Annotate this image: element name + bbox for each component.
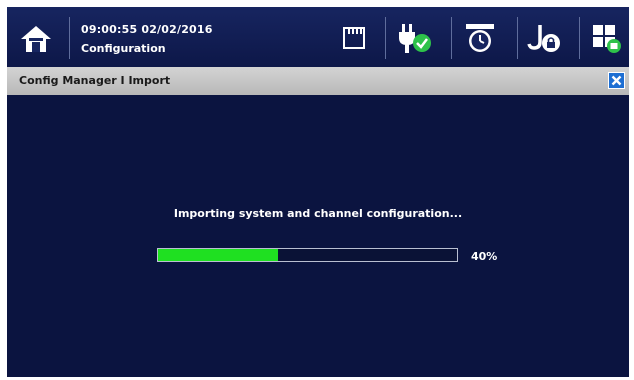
power-status-button[interactable] (393, 17, 435, 59)
divider (385, 17, 386, 59)
alarm-clock-icon (466, 24, 494, 52)
import-panel: Importing system and channel configurati… (7, 95, 629, 377)
home-icon (21, 26, 51, 52)
window-title: Config Manager I Import (19, 74, 171, 87)
user-login-button[interactable] (523, 17, 565, 59)
device-screen: 09:00:55 02/02/2016 Configuration Config… (7, 7, 629, 377)
divider (579, 17, 580, 59)
screen-layout-button[interactable] (585, 17, 627, 59)
power-ok-icon (399, 24, 431, 53)
progress-fill (158, 249, 278, 261)
import-message: Importing system and channel configurati… (173, 207, 463, 220)
close-button[interactable] (608, 72, 625, 89)
progress-bar (157, 248, 458, 262)
screen-layout-icon (593, 25, 621, 53)
memory-card-icon (343, 27, 365, 49)
window-title-bar: Config Manager I Import (7, 67, 629, 95)
divider (451, 17, 452, 59)
user-lock-icon (527, 25, 560, 52)
divider (69, 17, 70, 59)
alarm-button[interactable] (459, 17, 501, 59)
datetime-readout: 09:00:55 02/02/2016 (81, 23, 213, 36)
home-button[interactable] (15, 21, 57, 57)
close-icon (611, 75, 622, 86)
progress-percent: 40% (471, 250, 498, 263)
memory-card-button[interactable] (333, 17, 375, 59)
mode-label: Configuration (81, 42, 166, 55)
status-bar: 09:00:55 02/02/2016 Configuration (7, 7, 629, 67)
divider (517, 17, 518, 59)
